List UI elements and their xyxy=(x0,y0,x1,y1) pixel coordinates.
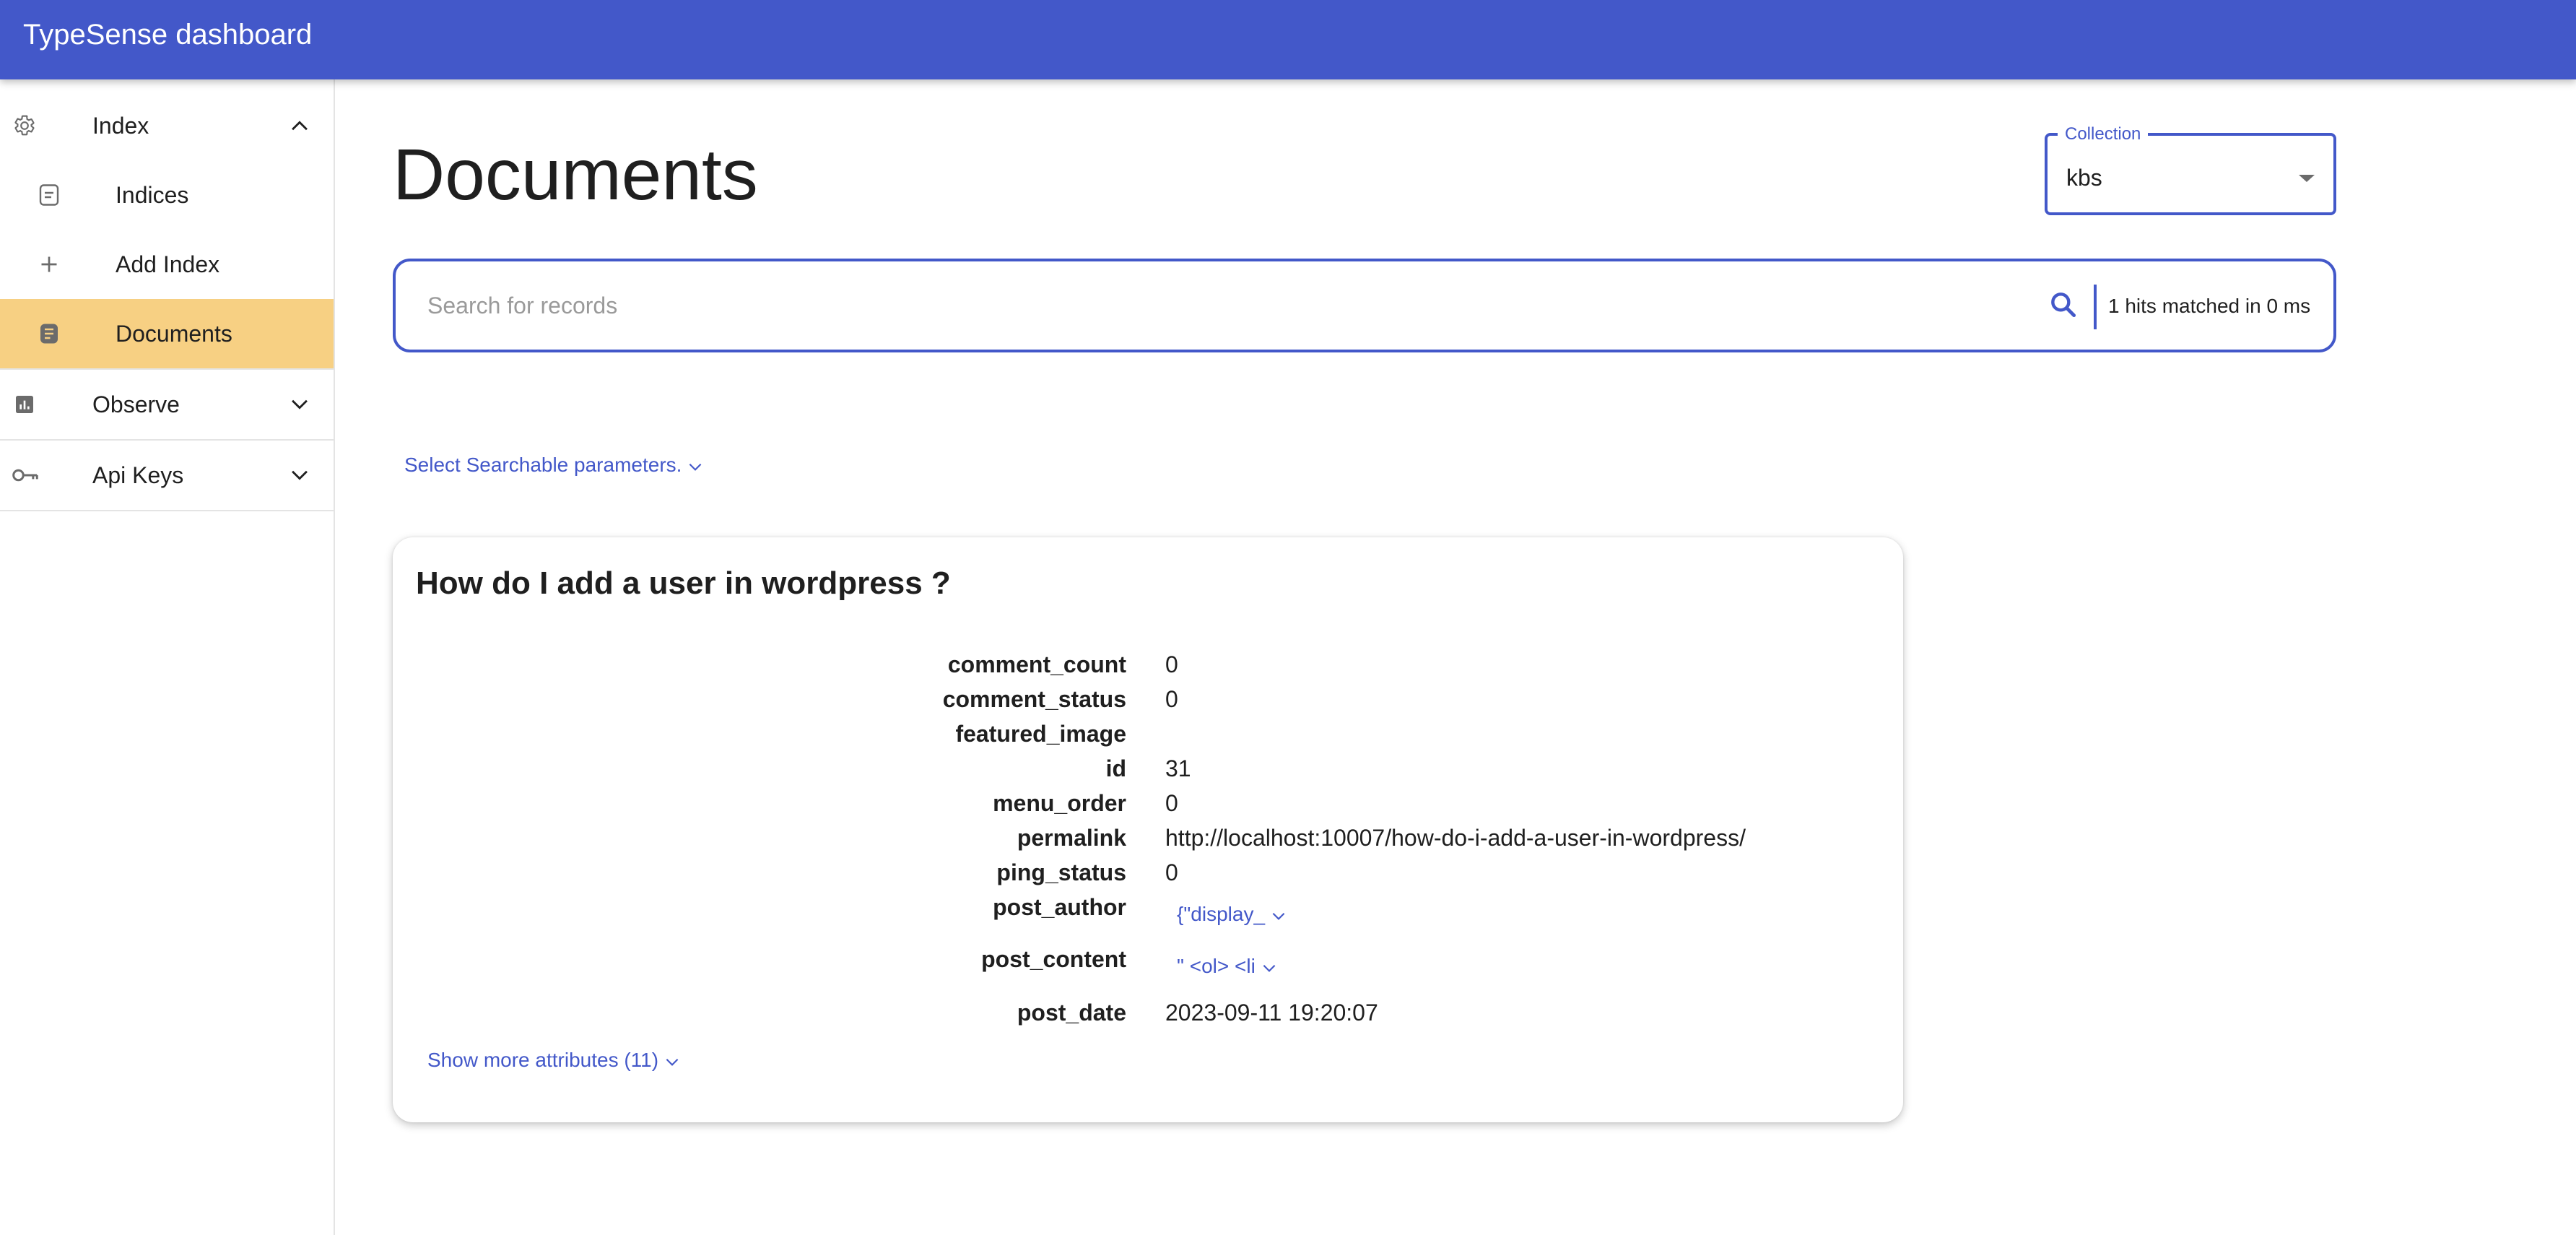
attribute-value: 0 xyxy=(1165,859,1178,885)
attribute-value: http://localhost:10007/how-do-i-add-a-us… xyxy=(1165,825,1746,851)
expand-attribute-button[interactable]: {"display_ xyxy=(1177,901,1288,927)
attribute-value: 0 xyxy=(1165,651,1178,677)
attribute-key: id xyxy=(1105,755,1126,781)
key-icon xyxy=(12,464,39,490)
app-title: TypeSense dashboard xyxy=(23,19,313,51)
search-box: 1 hits matched in 0 ms xyxy=(393,259,2336,352)
sidebar-divider xyxy=(0,510,334,511)
attribute-key: post_author xyxy=(993,894,1126,920)
dropdown-caret-icon xyxy=(2297,173,2316,187)
attribute-row: ping_status 0 xyxy=(393,858,1903,893)
search-icon[interactable] xyxy=(2048,289,2082,324)
attribute-key: featured_image xyxy=(955,721,1126,747)
sidebar-group-label: Index xyxy=(92,113,149,139)
attribute-value: 0 xyxy=(1165,686,1178,712)
sidebar-group-api-keys[interactable]: Api Keys xyxy=(0,441,334,510)
chevron-down-icon xyxy=(1263,964,1276,972)
document-outline-icon xyxy=(36,182,62,212)
page-title: Documents xyxy=(393,134,758,215)
attribute-value: " <ol> <li xyxy=(1177,955,1256,977)
attribute-row: permalink http://localhost:10007/how-do-… xyxy=(393,823,1903,858)
search-input[interactable] xyxy=(427,287,2088,324)
sidebar-group-observe[interactable]: Observe xyxy=(0,370,334,439)
sidebar-item-indices[interactable]: Indices xyxy=(0,169,334,221)
select-searchable-params-button[interactable]: Select Searchable parameters. xyxy=(404,452,705,478)
attribute-row: comment_status 0 xyxy=(393,685,1903,719)
result-title: How do I add a user in wordpress ? xyxy=(416,566,951,601)
params-link-label: Select Searchable parameters. xyxy=(404,454,682,476)
sidebar-item-label: Documents xyxy=(116,321,232,347)
collection-value: kbs xyxy=(2066,165,2102,191)
chevron-up-icon xyxy=(287,114,312,142)
gear-icon xyxy=(13,114,36,141)
attribute-key: ping_status xyxy=(996,859,1126,885)
plus-icon xyxy=(36,251,62,281)
attribute-value: {"display_ xyxy=(1177,903,1266,925)
chevron-down-icon xyxy=(287,462,312,490)
attribute-row: featured_image xyxy=(393,719,1903,754)
show-more-label: Show more attributes (11) xyxy=(427,1049,659,1071)
attribute-key: comment_count xyxy=(947,651,1126,677)
search-stats: 1 hits matched in 0 ms xyxy=(2108,295,2311,317)
show-more-attributes-button[interactable]: Show more attributes (11) xyxy=(427,1047,682,1073)
attribute-value: 0 xyxy=(1165,790,1178,816)
result-card: How do I add a user in wordpress ? comme… xyxy=(393,537,1903,1122)
bar-chart-icon xyxy=(13,393,36,420)
attribute-row: id 31 xyxy=(393,754,1903,789)
attribute-key: comment_status xyxy=(942,686,1126,712)
app-bar: TypeSense dashboard xyxy=(0,0,2576,79)
chevron-down-icon xyxy=(689,463,702,471)
sidebar-group-index[interactable]: Index xyxy=(0,100,334,152)
sidebar: Index Indices Add Index Documents Observ… xyxy=(0,79,335,1235)
search-divider xyxy=(2094,285,2097,329)
expand-attribute-button[interactable]: " <ol> <li xyxy=(1177,953,1279,979)
chevron-down-icon xyxy=(287,391,312,420)
attribute-row: comment_count 0 xyxy=(393,650,1903,685)
chevron-down-icon xyxy=(666,1058,679,1066)
attribute-key: post_date xyxy=(1017,1000,1126,1026)
attribute-value: 2023-09-11 19:20:07 xyxy=(1165,1000,1378,1026)
document-filled-icon xyxy=(36,321,62,350)
sidebar-item-add-index[interactable]: Add Index xyxy=(0,238,334,290)
attribute-key: menu_order xyxy=(993,790,1126,816)
sidebar-group-label: Api Keys xyxy=(92,462,184,488)
attribute-row: menu_order 0 xyxy=(393,789,1903,823)
sidebar-item-label: Indices xyxy=(116,182,189,208)
sidebar-group-label: Observe xyxy=(92,391,180,417)
attribute-value: 31 xyxy=(1165,755,1191,781)
attribute-key: post_content xyxy=(981,946,1126,972)
attribute-row: post_date 2023-09-11 19:20:07 xyxy=(393,998,1903,1033)
collection-select[interactable]: Collection kbs xyxy=(2045,124,2336,215)
chevron-down-icon xyxy=(1272,912,1285,920)
attribute-row: post_content " <ol> <li xyxy=(393,945,1903,997)
sidebar-item-label: Add Index xyxy=(116,251,220,277)
sidebar-item-documents[interactable]: Documents xyxy=(0,299,334,368)
attribute-key: permalink xyxy=(1017,825,1126,851)
collection-label: Collection xyxy=(2058,124,2149,144)
attribute-row: post_author {"display_ xyxy=(393,893,1903,945)
